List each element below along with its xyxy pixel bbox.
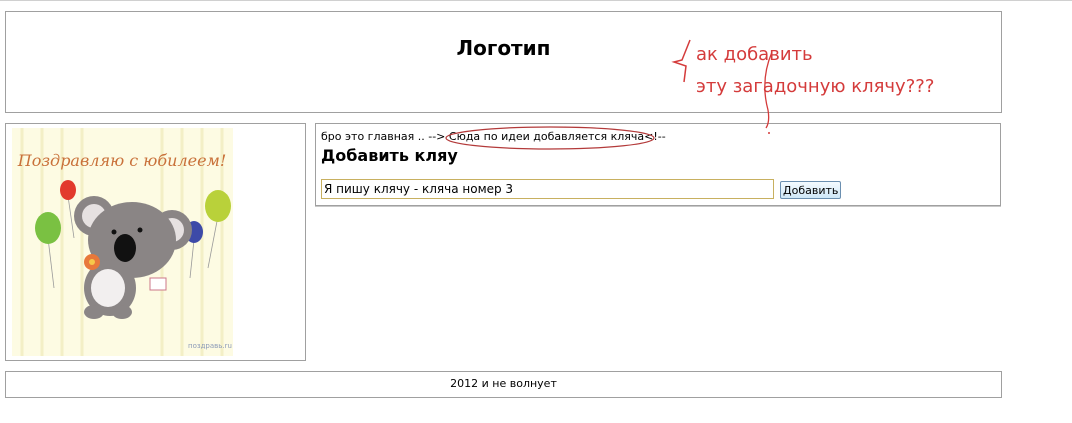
card-greeting-text: Поздравляю с юбилеем! [17,151,227,170]
add-button[interactable]: Добавить [780,181,842,199]
annotation-line-1: ак добавить [696,44,813,65]
header: Логотип [5,11,1002,113]
greeting-card-image: Поздравляю с юбилеем! поздравь.ru [12,128,233,356]
klyacha-input[interactable] [321,179,774,199]
annotation-line-2: эту загадочную клячу??? [696,76,935,97]
top-border-line [0,0,1072,1]
breadcrumb: бро это главная .. --> Сюда по идеи доба… [321,130,666,143]
content-panel: бро это главная .. --> Сюда по идеи доба… [315,123,1001,206]
card-site-text: поздравь.ru [188,342,232,350]
logo-text: Логотип [456,36,551,60]
add-heading: Добавить кляу [321,146,458,165]
footer-text: 2012 и не волнует [450,377,557,390]
footer: 2012 и не волнует [5,371,1002,398]
